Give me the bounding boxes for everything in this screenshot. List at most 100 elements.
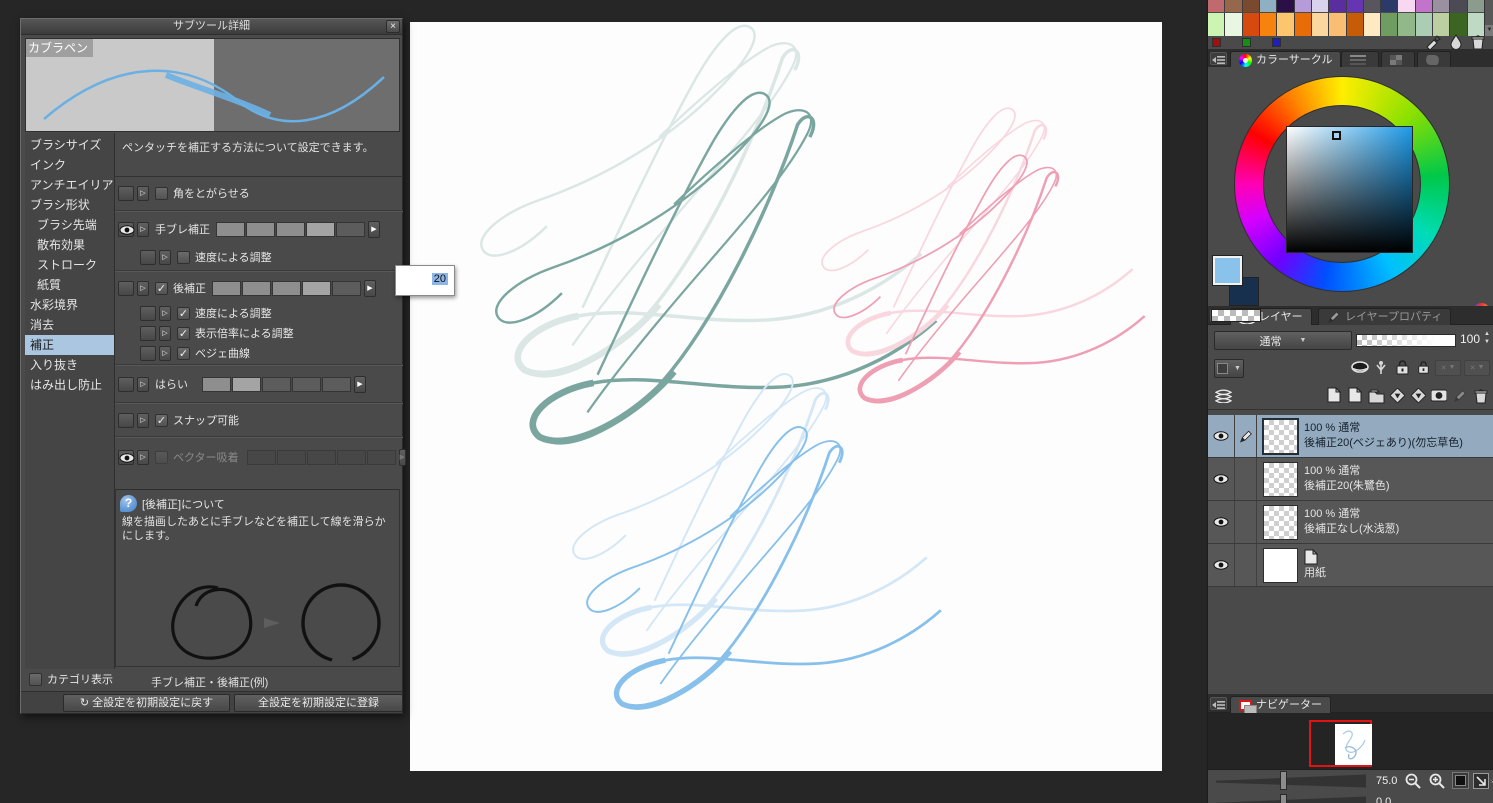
category-texture[interactable]: 紙質 <box>25 275 114 295</box>
category-brush-size[interactable]: ブラシサイズ <box>25 135 114 155</box>
bezier-checkbox[interactable]: ✓ <box>177 346 190 360</box>
category-display-checkbox[interactable] <box>29 672 42 686</box>
category-spraying[interactable]: 散布効果 <box>25 235 114 255</box>
delete-color-icon[interactable] <box>1470 34 1486 50</box>
palette-swatch[interactable] <box>1363 13 1382 36</box>
post-correction-checkbox[interactable]: ✓ <box>155 281 168 295</box>
tab-color-circle[interactable]: カラーサークル <box>1230 51 1342 68</box>
register-defaults-button[interactable]: 全設定を初期設定に登録 <box>234 694 403 712</box>
close-icon[interactable]: × <box>386 20 400 33</box>
palette-swatch[interactable] <box>1277 13 1295 36</box>
category-start-end[interactable]: 入り抜き <box>25 355 114 375</box>
category-brush-tip[interactable]: ブラシ先端 <box>25 215 114 235</box>
layer-row[interactable]: 100 % 通常 後補正20(朱鷺色) <box>1208 458 1493 501</box>
vector-snap-dynamics-toggle[interactable] <box>118 449 135 465</box>
new-folder-icon[interactable] <box>1367 387 1385 404</box>
dynamics-toggle[interactable] <box>118 376 134 392</box>
sv-marker[interactable] <box>1332 131 1341 140</box>
navigator-view-rect[interactable] <box>1309 720 1372 767</box>
palette-swatch[interactable] <box>1346 0 1364 12</box>
palette-swatch[interactable] <box>1259 13 1278 36</box>
dynamics-toggle[interactable] <box>118 185 134 201</box>
palette-swatch[interactable] <box>1259 0 1278 12</box>
category-correction[interactable]: 補正 <box>25 335 114 355</box>
layer-visibility-toggle[interactable] <box>1208 458 1235 500</box>
spin-down-icon[interactable]: ▼ <box>1482 338 1492 346</box>
snap-checkbox[interactable]: ✓ <box>155 413 168 427</box>
palette-swatch[interactable] <box>1329 0 1347 12</box>
palette-swatch[interactable] <box>1381 0 1399 12</box>
zoom-in-icon[interactable] <box>1428 772 1445 789</box>
layer-thumbnail[interactable] <box>1263 461 1298 497</box>
layer-row[interactable]: 100 % 通常 後補正20(ベジェあり)(勿忘草色) <box>1208 415 1493 458</box>
layer-visibility-toggle[interactable] <box>1208 415 1235 457</box>
palette-swatch[interactable] <box>1294 13 1312 36</box>
zoom-slider-handle[interactable] <box>1280 771 1287 790</box>
category-brush-shape[interactable]: ブラシ形状 <box>25 195 114 215</box>
layer-visibility-toggle[interactable] <box>1208 501 1235 543</box>
flyout-icon[interactable]: ▷ <box>159 325 171 341</box>
flyout-icon[interactable]: ▷ <box>137 412 149 428</box>
reference-layer-icon[interactable] <box>1372 359 1390 376</box>
category-anti-overflow[interactable]: はみ出し防止 <box>25 375 114 395</box>
opacity-slider[interactable] <box>1356 334 1456 347</box>
flyout-icon[interactable]: ▷ <box>159 249 171 265</box>
canvas[interactable] <box>410 22 1162 771</box>
category-antialias[interactable]: アンチエイリアス <box>25 175 114 195</box>
zoom-adjust-checkbox[interactable]: ✓ <box>177 326 190 340</box>
palette-swatch[interactable] <box>1467 0 1485 12</box>
opacity-spinner[interactable]: ▲ ▼ <box>1482 330 1492 346</box>
dynamics-toggle[interactable] <box>140 305 156 321</box>
transparent-color-swatch[interactable] <box>1211 309 1261 322</box>
zoom-100-icon[interactable] <box>1452 772 1469 789</box>
slider-expand-icon[interactable]: ▶ <box>354 375 366 393</box>
layer-name[interactable]: 後補正20(ベジェあり)(勿忘草色) <box>1304 436 1463 451</box>
reset-defaults-button[interactable]: ↻ 全設定を初期設定に戻す <box>63 694 230 712</box>
category-erase[interactable]: 消去 <box>25 315 114 335</box>
tab-navigator[interactable]: ナビゲーター <box>1230 696 1331 716</box>
palette-swatch[interactable] <box>1415 13 1434 36</box>
slider-expand-icon[interactable]: ▶ <box>364 279 376 297</box>
saturation-value-square[interactable] <box>1286 126 1413 253</box>
dynamics-toggle[interactable] <box>140 249 156 265</box>
palette-swatch[interactable] <box>1363 0 1382 12</box>
category-display-toggle[interactable]: カテゴリ表示 <box>29 671 113 687</box>
flyout-icon[interactable]: ▷ <box>159 305 171 321</box>
layer-thumbnail[interactable] <box>1262 417 1299 455</box>
palette-swatch[interactable] <box>1242 0 1260 12</box>
quick-swatch-blue[interactable] <box>1272 38 1281 47</box>
palette-swatch[interactable] <box>1415 0 1434 12</box>
palette-swatch[interactable] <box>1398 13 1416 36</box>
speed-adjust-checkbox[interactable]: ✓ <box>177 306 190 320</box>
palette-swatch[interactable] <box>1225 0 1243 12</box>
quick-swatch-green[interactable] <box>1242 38 1251 47</box>
transfer-down-icon[interactable] <box>1388 387 1406 404</box>
category-ink[interactable]: インク <box>25 155 114 175</box>
tab-color-slider[interactable] <box>1341 51 1379 68</box>
sharp-corner-checkbox[interactable] <box>155 186 168 200</box>
slider-expand-icon[interactable]: ▶ <box>368 220 380 238</box>
flyout-icon[interactable]: ▷ <box>137 376 149 392</box>
palette-swatch[interactable] <box>1398 0 1416 12</box>
zoom-slider[interactable] <box>1216 774 1366 788</box>
layer-thumbnail[interactable] <box>1263 504 1298 540</box>
lock-transparent-icon[interactable] <box>1414 359 1432 376</box>
flyout-icon[interactable]: ▷ <box>137 280 149 296</box>
panel-menu-icon[interactable] <box>1210 52 1227 65</box>
fit-screen-icon[interactable] <box>1472 772 1489 789</box>
post-correction-slider[interactable] <box>212 280 362 296</box>
harai-slider[interactable] <box>202 376 352 392</box>
lock-layer-icon[interactable] <box>1393 359 1411 376</box>
palette-swatch[interactable] <box>1208 0 1226 12</box>
tab-approx-color[interactable] <box>1417 51 1451 68</box>
zoom-out-icon[interactable] <box>1404 772 1421 789</box>
palette-swatch[interactable] <box>1450 0 1468 12</box>
category-watercolor-edge[interactable]: 水彩境界 <box>25 295 114 315</box>
dynamics-toggle[interactable] <box>118 280 134 296</box>
merge-down-icon[interactable] <box>1409 387 1427 404</box>
layer-name[interactable]: 用紙 <box>1304 566 1326 581</box>
palette-swatch[interactable] <box>1242 13 1260 36</box>
layer-row[interactable]: 用紙 <box>1208 544 1493 587</box>
palette-swatch[interactable] <box>1381 13 1399 36</box>
tab-layer-property[interactable]: レイヤープロパティ <box>1318 308 1452 325</box>
